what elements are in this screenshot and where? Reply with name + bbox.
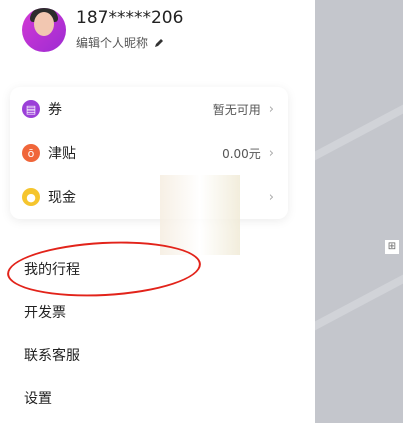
wallet-item-allowance[interactable]: ō 津贴 0.00元 › [10, 135, 288, 171]
avatar[interactable] [22, 8, 66, 52]
wallet-item-coupon[interactable]: ▤ 券 暂无可用 › [10, 91, 288, 127]
edit-nickname-link[interactable]: 编辑个人昵称 [76, 34, 164, 51]
chevron-right-icon: › [268, 189, 274, 205]
menu-item-settings[interactable]: 设置 [24, 388, 52, 408]
coupon-icon: ▤ [22, 100, 40, 118]
pencil-icon [155, 38, 164, 47]
annotation-circle [5, 236, 203, 302]
wallet-item-value: 暂无可用 [212, 102, 261, 117]
map-background[interactable]: ⊞ [315, 0, 403, 423]
side-drawer: 187*****206 编辑个人昵称 ▤ 券 暂无可用 › ō 津贴 0.00元… [0, 0, 315, 423]
user-phone: 187*****206 [76, 8, 184, 28]
wallet-item-label: 券 [48, 102, 62, 118]
map-marker-icon: ⊞ [385, 240, 399, 254]
blurred-region [160, 175, 240, 255]
wallet-item-cash[interactable]: ● 现金 › [10, 179, 288, 215]
allowance-icon: ō [22, 144, 40, 162]
map-road [315, 243, 403, 345]
edit-nickname-label: 编辑个人昵称 [76, 36, 149, 50]
map-road [315, 73, 403, 175]
menu-item-invoice[interactable]: 开发票 [24, 302, 66, 322]
cash-icon: ● [22, 188, 40, 206]
chevron-right-icon: › [268, 145, 274, 161]
menu-item-customer-service[interactable]: 联系客服 [24, 345, 80, 365]
wallet-item-value: 0.00元 [222, 146, 261, 161]
chevron-right-icon: › [268, 101, 274, 117]
profile-header[interactable]: 187*****206 编辑个人昵称 [22, 6, 302, 56]
wallet-card: ▤ 券 暂无可用 › ō 津贴 0.00元 › ● 现金 › [10, 87, 288, 219]
wallet-item-label: 津贴 [48, 146, 76, 162]
